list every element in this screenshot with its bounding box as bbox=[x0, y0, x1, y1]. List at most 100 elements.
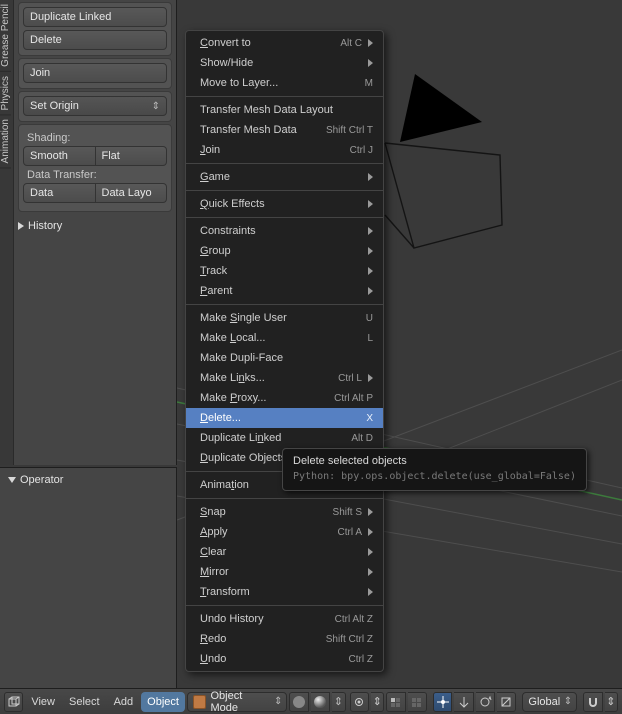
menu-item-label: Make Dupli-Face bbox=[200, 352, 373, 364]
menu-item-label: Transfer Mesh Data Layout bbox=[200, 104, 373, 116]
history-label: History bbox=[28, 220, 62, 232]
menu-separator bbox=[186, 498, 383, 499]
menu-item-undo[interactable]: UndoCtrl Z bbox=[186, 649, 383, 669]
header-select-menu[interactable]: Select bbox=[63, 692, 106, 712]
menu-separator bbox=[186, 190, 383, 191]
menu-item-game[interactable]: Game bbox=[186, 167, 383, 187]
data-transfer-label: Data Transfer: bbox=[27, 169, 167, 181]
join-button[interactable]: Join bbox=[23, 63, 167, 83]
shading-smooth-button[interactable]: Smooth bbox=[23, 146, 96, 166]
menu-separator bbox=[186, 96, 383, 97]
menu-item-make-local[interactable]: Make Local...L bbox=[186, 328, 383, 348]
manipulator-translate[interactable] bbox=[454, 692, 473, 712]
header-view-menu[interactable]: View bbox=[25, 692, 61, 712]
menu-item-show-hide[interactable]: Show/Hide bbox=[186, 53, 383, 73]
submenu-arrow-icon bbox=[368, 200, 373, 208]
menu-item-group[interactable]: Group bbox=[186, 241, 383, 261]
manipulator-scale[interactable] bbox=[497, 692, 516, 712]
set-origin-combo[interactable]: Set Origin bbox=[23, 96, 167, 116]
menu-item-label: Duplicate Linked bbox=[200, 432, 351, 444]
menu-item-shortcut: U bbox=[366, 313, 373, 324]
menu-item-label: Redo bbox=[200, 633, 326, 645]
duplicate-linked-button[interactable]: Duplicate Linked bbox=[23, 7, 167, 27]
side-tab-grease-pencil[interactable]: Grease Pencil bbox=[0, 0, 11, 72]
menu-item-undo-history[interactable]: Undo HistoryCtrl Alt Z bbox=[186, 609, 383, 629]
pivot-icon bbox=[352, 695, 366, 709]
menu-item-label: Apply bbox=[200, 526, 338, 538]
menu-item-transfer-mesh-data-layout[interactable]: Transfer Mesh Data Layout bbox=[186, 100, 383, 120]
menu-item-apply[interactable]: ApplyCtrl A bbox=[186, 522, 383, 542]
menu-item-clear[interactable]: Clear bbox=[186, 542, 383, 562]
operator-panel-header[interactable]: Operator bbox=[8, 474, 168, 486]
menu-item-label: Group bbox=[200, 245, 362, 257]
submenu-arrow-icon bbox=[368, 39, 373, 47]
menu-item-delete[interactable]: Delete...X bbox=[186, 408, 383, 428]
menu-item-parent[interactable]: Parent bbox=[186, 281, 383, 301]
menu-item-mirror[interactable]: Mirror bbox=[186, 562, 383, 582]
menu-item-make-links[interactable]: Make Links...Ctrl L bbox=[186, 368, 383, 388]
shading-solid-button[interactable] bbox=[311, 692, 330, 712]
menu-item-convert-to[interactable]: Convert toAlt C bbox=[186, 33, 383, 53]
delete-button[interactable]: Delete bbox=[23, 30, 167, 50]
layers-icon bbox=[389, 695, 403, 709]
menu-item-duplicate-linked[interactable]: Duplicate LinkedAlt D bbox=[186, 428, 383, 448]
menu-item-label: Undo History bbox=[200, 613, 335, 625]
editor-type-combo[interactable] bbox=[4, 692, 23, 712]
menu-separator bbox=[186, 163, 383, 164]
menu-item-shortcut: Ctrl Z bbox=[349, 654, 373, 665]
menu-item-quick-effects[interactable]: Quick Effects bbox=[186, 194, 383, 214]
menu-item-shortcut: Ctrl L bbox=[338, 373, 362, 384]
snap-combo[interactable]: ⇕ bbox=[605, 692, 619, 712]
menu-item-label: Make Proxy... bbox=[200, 392, 334, 404]
manipulator-toggle[interactable] bbox=[433, 692, 452, 712]
submenu-arrow-icon bbox=[368, 227, 373, 235]
tooltip: Delete selected objects Python: bpy.ops.… bbox=[282, 448, 587, 491]
layer-button-2[interactable] bbox=[408, 692, 427, 712]
menu-item-snap[interactable]: SnapShift S bbox=[186, 502, 383, 522]
menu-item-constraints[interactable]: Constraints bbox=[186, 221, 383, 241]
shading-menu-button[interactable]: ⇕ bbox=[332, 692, 346, 712]
layer-button-1[interactable] bbox=[386, 692, 405, 712]
header-object-menu[interactable]: Object bbox=[141, 692, 185, 712]
menu-item-move-to-layer[interactable]: Move to Layer...M bbox=[186, 73, 383, 93]
side-tab-animation[interactable]: Animation bbox=[0, 115, 11, 168]
menu-separator bbox=[186, 304, 383, 305]
menu-item-redo[interactable]: RedoShift Ctrl Z bbox=[186, 629, 383, 649]
data-transfer-data-button[interactable]: Data bbox=[23, 183, 96, 203]
menu-item-shortcut: L bbox=[367, 333, 373, 344]
menu-item-make-dupli-face[interactable]: Make Dupli-Face bbox=[186, 348, 383, 368]
mode-combo[interactable]: Object Mode bbox=[187, 692, 287, 712]
menu-item-shortcut: M bbox=[365, 78, 373, 89]
menu-item-make-proxy[interactable]: Make Proxy...Ctrl Alt P bbox=[186, 388, 383, 408]
side-tab-strip: Grease Pencil Physics Animation bbox=[0, 0, 14, 465]
snap-toggle[interactable] bbox=[583, 692, 602, 712]
orientation-combo[interactable]: Global bbox=[522, 692, 577, 712]
chevron-right-icon bbox=[18, 222, 24, 230]
menu-item-transfer-mesh-data[interactable]: Transfer Mesh DataShift Ctrl T bbox=[186, 120, 383, 140]
history-panel-header[interactable]: History bbox=[18, 220, 172, 232]
data-transfer-layout-button[interactable]: Data Layo bbox=[96, 183, 168, 203]
header-add-menu[interactable]: Add bbox=[108, 692, 140, 712]
menu-item-label: Transform bbox=[200, 586, 362, 598]
menu-separator bbox=[186, 605, 383, 606]
menu-item-shortcut: Ctrl J bbox=[350, 145, 373, 156]
menu-item-label: Undo bbox=[200, 653, 349, 665]
manipulator-rotate[interactable] bbox=[476, 692, 495, 712]
menu-item-make-single-user[interactable]: Make Single UserU bbox=[186, 308, 383, 328]
menu-item-track[interactable]: Track bbox=[186, 261, 383, 281]
layers-icon bbox=[410, 695, 424, 709]
menu-item-transform[interactable]: Transform bbox=[186, 582, 383, 602]
shading-wire-button[interactable] bbox=[289, 692, 308, 712]
shading-flat-button[interactable]: Flat bbox=[96, 146, 168, 166]
menu-item-label: Join bbox=[200, 144, 350, 156]
side-tab-physics[interactable]: Physics bbox=[0, 72, 11, 115]
cursor-manipulator-icon bbox=[436, 695, 450, 709]
menu-item-join[interactable]: JoinCtrl J bbox=[186, 140, 383, 160]
shading-label: Shading: bbox=[27, 132, 167, 144]
sphere-icon bbox=[293, 696, 305, 708]
pivot-menu-button[interactable]: ⇕ bbox=[371, 692, 385, 712]
object-context-menu: Convert toAlt CShow/HideMove to Layer...… bbox=[185, 30, 384, 672]
menu-item-label: Clear bbox=[200, 546, 362, 558]
submenu-arrow-icon bbox=[368, 247, 373, 255]
pivot-combo[interactable] bbox=[350, 692, 369, 712]
